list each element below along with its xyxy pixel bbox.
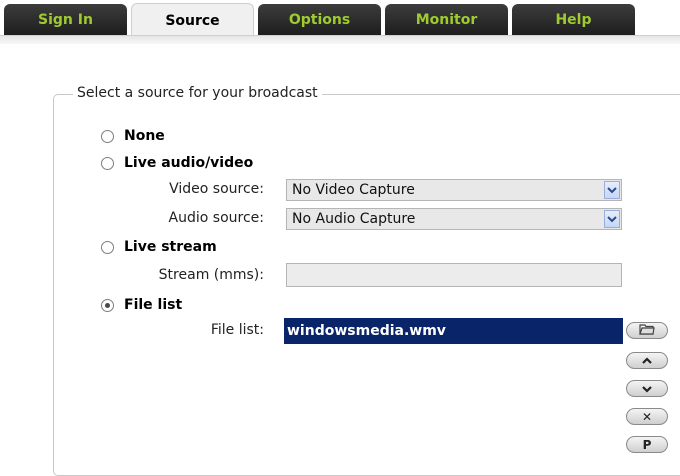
source-group-title: Select a source for your broadcast <box>73 85 322 101</box>
move-down-button[interactable] <box>626 380 668 397</box>
properties-button[interactable]: P <box>626 436 668 453</box>
chevron-down-icon[interactable] <box>604 210 620 228</box>
video-source-select[interactable]: No Video Capture <box>286 179 622 201</box>
radio-none-button[interactable] <box>101 129 114 143</box>
stream-label: Stream (mms): <box>158 267 264 283</box>
chevron-down-icon[interactable] <box>604 181 620 199</box>
video-source-label: Video source: <box>169 181 264 197</box>
move-up-button[interactable] <box>626 352 668 369</box>
video-source-value: No Video Capture <box>292 182 415 198</box>
tab-divider <box>0 35 680 44</box>
tab-label: Sign In <box>38 11 93 28</box>
radio-live-audio-video-label: Live audio/video <box>124 155 254 171</box>
radio-none[interactable]: None <box>101 128 165 144</box>
radio-live-stream-button[interactable] <box>101 240 114 254</box>
tab-source[interactable]: Source <box>131 3 254 37</box>
chevron-up-icon <box>641 354 653 368</box>
file-list-box[interactable]: windowsmedia.wmv <box>284 318 623 459</box>
list-item[interactable]: windowsmedia.wmv <box>284 318 623 344</box>
tab-label: Options <box>288 11 351 28</box>
close-icon: ✕ <box>641 409 653 424</box>
radio-live-stream[interactable]: Live stream <box>101 239 217 255</box>
remove-button[interactable]: ✕ <box>626 408 668 425</box>
stream-input[interactable] <box>286 263 622 287</box>
chevron-down-icon <box>641 382 653 396</box>
tab-label: Source <box>165 12 220 29</box>
file-list-label: File list: <box>210 322 264 338</box>
tab-help[interactable]: Help <box>512 4 635 35</box>
radio-file-list-button[interactable] <box>101 298 114 312</box>
file-name: windowsmedia.wmv <box>287 323 446 339</box>
audio-source-label: Audio source: <box>168 210 264 226</box>
radio-file-list-label: File list <box>124 297 183 313</box>
radio-live-audio-video-button[interactable] <box>101 156 114 170</box>
radio-live-stream-label: Live stream <box>124 239 217 255</box>
audio-source-value: No Audio Capture <box>292 211 416 227</box>
tab-bar: Sign In Source Options Monitor Help <box>0 0 680 37</box>
browse-button[interactable] <box>626 322 668 339</box>
tab-options[interactable]: Options <box>258 4 381 35</box>
tab-label: Monitor <box>415 11 478 28</box>
audio-source-select[interactable]: No Audio Capture <box>286 208 622 230</box>
radio-live-audio-video[interactable]: Live audio/video <box>101 155 253 171</box>
tab-label: Help <box>555 11 592 28</box>
tab-sign-in[interactable]: Sign In <box>4 4 127 35</box>
radio-none-label: None <box>124 128 165 144</box>
radio-file-list[interactable]: File list <box>101 297 182 313</box>
properties-label: P <box>642 437 652 452</box>
tab-monitor[interactable]: Monitor <box>385 4 508 35</box>
folder-icon <box>639 323 655 338</box>
